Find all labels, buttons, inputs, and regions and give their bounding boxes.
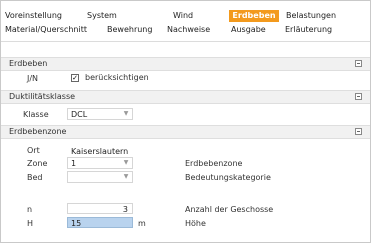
bed-description: Bedeutungskategorie [185,173,271,182]
n-description: Anzahl der Geschosse [185,205,274,214]
section-title-duktilitaet: Duktilitätsklasse [9,92,76,101]
ort-field[interactable]: Kaiserslautern [67,145,177,156]
settings-panel: Voreinstellung System Wind Erdbeben Bela… [0,0,371,243]
section-title-erdbeben: Erdbeben [9,59,48,68]
collapse-toggle-icon[interactable] [355,128,362,135]
consider-checkbox-label: berücksichtigen [85,73,149,82]
tab-row-1: Voreinstellung System Wind Erdbeben Bela… [3,10,346,22]
klasse-value: DCL [71,110,88,119]
section-title-erdbebenzone: Erdbebenzone [9,127,67,136]
n-value: 3 [122,205,128,214]
zone-select[interactable]: 1 ▼ [67,157,133,169]
tab-belastungen[interactable]: Belastungen [284,10,346,22]
n-label: n [27,205,33,214]
bed-select[interactable]: ▼ [67,171,133,183]
ort-value: Kaiserslautern [71,147,129,156]
zone-description: Erdbebenzone [185,159,243,168]
klasse-select[interactable]: DCL ▼ [67,108,133,120]
jn-label: J/N [27,74,39,83]
consider-checkbox[interactable]: ✓ [71,74,79,82]
h-unit: m [138,219,146,228]
h-field[interactable]: 15 [67,217,133,228]
tab-erdbeben[interactable]: Erdbeben [229,10,279,22]
h-description: Höhe [185,219,206,228]
h-value: 15 [71,219,82,228]
collapse-toggle-icon[interactable] [355,60,362,67]
tab-erlaeuterung[interactable]: Erläuterung [283,24,345,36]
tab-row-2: Material/Querschnitt Bewehrung Nachweise… [3,24,345,36]
tab-ausgabe[interactable]: Ausgabe [229,24,275,36]
section-header-duktilitaet[interactable]: Duktilitätsklasse [1,90,370,104]
tab-divider [1,41,370,42]
section-header-erdbeben[interactable]: Erdbeben [1,57,370,71]
section-header-erdbebenzone[interactable]: Erdbebenzone [1,125,370,139]
chevron-down-icon: ▼ [123,110,129,117]
tab-nachweise[interactable]: Nachweise [165,24,221,36]
zone-value: 1 [71,159,77,168]
h-label: H [27,219,34,228]
tab-bewehrung[interactable]: Bewehrung [105,24,159,36]
tab-material-querschnitt[interactable]: Material/Querschnitt [3,24,99,36]
chevron-down-icon: ▼ [123,173,129,180]
tab-voreinstellung[interactable]: Voreinstellung [3,10,71,22]
tab-system[interactable]: System [85,10,147,22]
chevron-down-icon: ▼ [123,159,129,166]
klasse-label: Klasse [23,110,49,119]
bed-label: Bed [27,173,43,182]
zone-label: Zone [27,159,48,168]
tab-wind[interactable]: Wind [171,10,209,22]
n-field[interactable]: 3 [67,203,133,214]
ort-label: Ort [27,146,40,155]
collapse-toggle-icon[interactable] [355,93,362,100]
